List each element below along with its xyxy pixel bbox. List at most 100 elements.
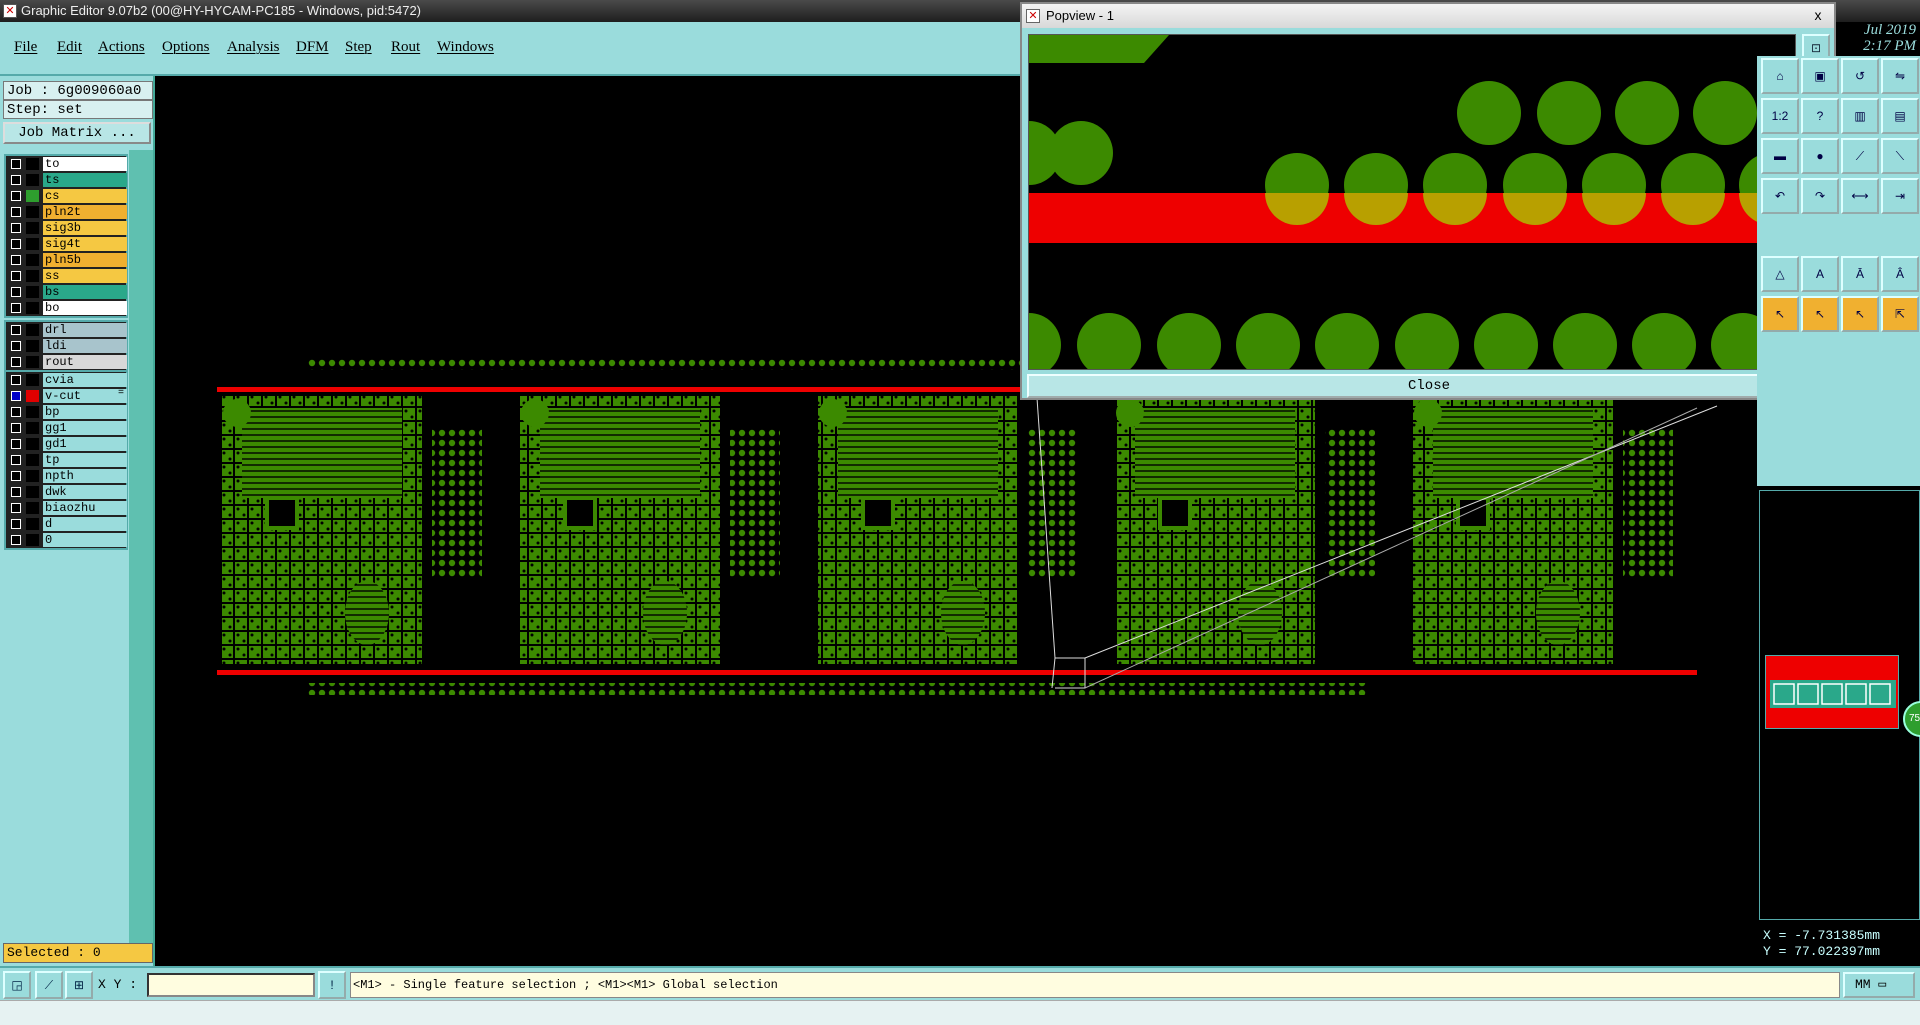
layer-name[interactable]: ts: [43, 173, 127, 187]
layer-name[interactable]: ss: [43, 269, 127, 283]
measure-icon[interactable]: ⟋: [35, 971, 63, 999]
layer-color-swatch[interactable]: [26, 324, 39, 336]
menu-step[interactable]: Step: [345, 39, 372, 56]
layer-move-icon[interactable]: ▥: [1841, 98, 1879, 134]
redo-icon[interactable]: ↷: [1801, 178, 1839, 214]
layer-name[interactable]: tp: [43, 453, 127, 467]
layer-checkbox[interactable]: [11, 207, 21, 217]
popview-canvas[interactable]: [1028, 34, 1796, 370]
layer-copy-icon[interactable]: ▤: [1881, 98, 1919, 134]
layer-row-pln5b[interactable]: pln5b: [6, 252, 127, 268]
fit-icon[interactable]: ▣: [1801, 58, 1839, 94]
layer-name[interactable]: v-cut: [43, 389, 127, 403]
layer-row-biaozhu[interactable]: biaozhu: [6, 500, 127, 516]
layer-row-cs[interactable]: cs: [6, 188, 127, 204]
popview-titlebar[interactable]: ✕ Popview - 1 x: [1022, 4, 1834, 28]
layer-name[interactable]: rout: [43, 355, 127, 369]
layer-checkbox[interactable]: [11, 535, 21, 545]
layer-name[interactable]: gg1: [43, 421, 127, 435]
layer-color-swatch[interactable]: [26, 502, 39, 514]
layer-checkbox[interactable]: [11, 175, 21, 185]
zoom-indicator[interactable]: 75: [1903, 701, 1920, 737]
layer-color-swatch[interactable]: [26, 222, 39, 234]
measure-icon[interactable]: ⟷: [1841, 178, 1879, 214]
layer-name[interactable]: pln2t: [43, 205, 127, 219]
menu-edit[interactable]: Edit: [57, 39, 82, 56]
pointer-icon[interactable]: ↖: [1761, 296, 1799, 332]
layer-row-rout[interactable]: rout: [6, 354, 127, 370]
layer-row-v-cut[interactable]: v-cut =: [6, 388, 127, 404]
layer-row-drl[interactable]: drl: [6, 322, 127, 338]
menu-actions[interactable]: Actions: [98, 39, 145, 56]
layer-name[interactable]: biaozhu: [43, 501, 127, 515]
mirror-icon[interactable]: ⇋: [1881, 58, 1919, 94]
layer-checkbox[interactable]: [11, 239, 21, 249]
layer-color-swatch[interactable]: [26, 356, 39, 368]
layer-checkbox[interactable]: [11, 455, 21, 465]
zoom-home-icon[interactable]: ⌂: [1761, 58, 1799, 94]
layer-color-swatch[interactable]: [26, 158, 39, 170]
popview-close-button[interactable]: Close: [1027, 374, 1831, 398]
layer-color-swatch[interactable]: [26, 534, 39, 546]
layer-color-swatch[interactable]: [26, 390, 39, 402]
layer-checkbox[interactable]: [11, 487, 21, 497]
layer-color-swatch[interactable]: [26, 206, 39, 218]
layer-name[interactable]: bs: [43, 285, 127, 299]
overview-thumbnail[interactable]: [1765, 655, 1899, 729]
layer-row-tp[interactable]: tp: [6, 452, 127, 468]
pad-icon[interactable]: ●: [1801, 138, 1839, 174]
layer-color-swatch[interactable]: [26, 238, 39, 250]
layer-name[interactable]: bp: [43, 405, 127, 419]
measure2-icon[interactable]: ⇥: [1881, 178, 1919, 214]
menu-analysis[interactable]: Analysis: [227, 39, 280, 56]
layer-checkbox[interactable]: [11, 503, 21, 513]
layer-row-sig3b[interactable]: sig3b: [6, 220, 127, 236]
layer-row-dwk[interactable]: dwk: [6, 484, 127, 500]
layer-checkbox[interactable]: [11, 341, 21, 351]
layer-name[interactable]: 0: [43, 533, 127, 547]
layer-row-0[interactable]: 0: [6, 532, 127, 548]
layer-checkbox[interactable]: [11, 471, 21, 481]
overview-panel[interactable]: 75: [1759, 490, 1920, 920]
menu-windows[interactable]: Windows: [437, 39, 494, 56]
layer-name[interactable]: ldi: [43, 339, 127, 353]
menu-file[interactable]: File: [14, 39, 37, 56]
pointer4-icon[interactable]: ⇱: [1881, 296, 1919, 332]
ruler-icon[interactable]: ▬: [1761, 138, 1799, 174]
layer-color-swatch[interactable]: [26, 190, 39, 202]
layer-name[interactable]: pln5b: [43, 253, 127, 267]
layer-color-swatch[interactable]: [26, 422, 39, 434]
layer-color-swatch[interactable]: [26, 406, 39, 418]
layer-color-swatch[interactable]: [26, 270, 39, 282]
layer-checkbox[interactable]: [11, 287, 21, 297]
layer-row-gd1[interactable]: gd1: [6, 436, 127, 452]
pointer3-icon[interactable]: ↖: [1841, 296, 1879, 332]
text-a2-icon[interactable]: A: [1801, 256, 1839, 292]
text-a4-icon[interactable]: Â: [1881, 256, 1919, 292]
layer-row-gg1[interactable]: gg1: [6, 420, 127, 436]
layer-color-swatch[interactable]: [26, 518, 39, 530]
layer-row-cvia[interactable]: cvia: [6, 372, 127, 388]
layer-row-bo[interactable]: bo: [6, 300, 127, 316]
layer-color-swatch[interactable]: [26, 486, 39, 498]
layer-row-npth[interactable]: npth: [6, 468, 127, 484]
menu-rout[interactable]: Rout: [391, 39, 420, 56]
scale-1-2-icon[interactable]: 1:2: [1761, 98, 1799, 134]
layer-color-swatch[interactable]: [26, 340, 39, 352]
layer-row-ldi[interactable]: ldi: [6, 338, 127, 354]
layer-name[interactable]: drl: [43, 323, 127, 337]
undo-icon[interactable]: ↶: [1761, 178, 1799, 214]
snap-icon[interactable]: ◲: [3, 971, 31, 999]
layer-checkbox[interactable]: [11, 191, 21, 201]
layer-name[interactable]: cvia: [43, 373, 127, 387]
layer-checkbox[interactable]: [11, 271, 21, 281]
menu-options[interactable]: Options: [162, 39, 210, 56]
layer-checkbox[interactable]: [11, 255, 21, 265]
layer-checkbox[interactable]: [11, 423, 21, 433]
layer-name[interactable]: to: [43, 157, 127, 171]
xy-input[interactable]: [147, 973, 315, 997]
layer-name[interactable]: dwk: [43, 485, 127, 499]
rotate-icon[interactable]: ↺: [1841, 58, 1879, 94]
layer-checkbox[interactable]: [11, 519, 21, 529]
layer-checkbox[interactable]: [11, 391, 21, 401]
